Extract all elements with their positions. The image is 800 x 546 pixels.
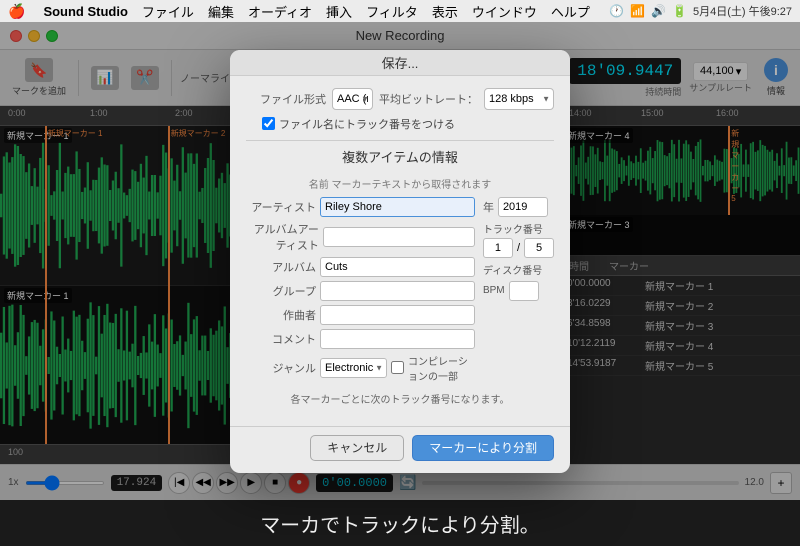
year-row: 年: [483, 197, 554, 217]
multiple-items-title: 複数アイテムの情報: [246, 147, 554, 166]
name-note: 名前 マーカーテキストから取得されます: [246, 176, 554, 191]
menu-insert[interactable]: 挿入: [326, 2, 352, 21]
album-artist-row: アルバムアーティスト: [246, 221, 475, 253]
app-name[interactable]: Sound Studio: [43, 4, 127, 19]
menu-filter[interactable]: フィルタ: [366, 2, 418, 21]
menubar: 🍎 Sound Studio ファイル 編集 オーディオ 挿入 フィルタ 表示 …: [0, 0, 800, 22]
track-number-checkbox-label: ファイル名にトラック番号をつける: [279, 116, 455, 132]
compilation-checkbox[interactable]: [391, 361, 404, 374]
bpm-label: BPM: [483, 285, 505, 296]
menu-audio[interactable]: オーディオ: [248, 2, 312, 21]
composer-label: 作曲者: [246, 307, 316, 323]
bpm-row: BPM: [483, 281, 554, 301]
comment-row: コメント: [246, 329, 475, 349]
menu-view[interactable]: 表示: [432, 2, 458, 21]
volume-icon: 🔊: [651, 4, 666, 18]
wifi-icon: 📶: [630, 4, 645, 18]
meta-fields: アーティスト アルバムアーティスト アルバム: [246, 197, 554, 387]
modal-title: 保存...: [382, 53, 419, 72]
bpm-input[interactable]: [509, 281, 539, 301]
composer-row: 作曲者: [246, 305, 475, 325]
track-number-checkbox[interactable]: [262, 117, 275, 130]
caption-text: マーカでトラックにより分割。: [260, 509, 540, 538]
track-slash: /: [517, 242, 520, 254]
artist-row: アーティスト: [246, 197, 475, 217]
disc-num-label: ディスク番号: [483, 262, 554, 277]
file-format-row: ファイル形式 AAC (m4a) Audio ▼ 平均ビットレート： 128 k…: [246, 88, 554, 110]
year-input[interactable]: [498, 197, 548, 217]
file-format-select-wrapper: AAC (m4a) Audio ▼: [332, 88, 373, 110]
composer-input[interactable]: [320, 305, 475, 325]
datetime: 5月4日(土) 午後9:27: [693, 3, 792, 19]
app-window: New Recording 🔖 マークを追加 📊 ✂️ ノーマライズ フェードイ…: [0, 22, 800, 500]
menubar-right: 🕐 📶 🔊 🔋 5月4日(土) 午後9:27: [609, 3, 792, 19]
file-format-select[interactable]: AAC (m4a) Audio: [332, 88, 373, 110]
modal-body: ファイル形式 AAC (m4a) Audio ▼ 平均ビットレート： 128 k…: [230, 76, 570, 426]
modal-overlay: 保存... ファイル形式 AAC (m4a) Audio ▼ 平均ビットレート：: [0, 22, 800, 500]
menu-file[interactable]: ファイル: [142, 2, 194, 21]
artist-input[interactable]: [320, 197, 475, 217]
group-label: グループ: [246, 283, 316, 299]
save-dialog: 保存... ファイル形式 AAC (m4a) Audio ▼ 平均ビットレート：: [230, 50, 570, 473]
genre-row: ジャンル Electronic ▼ コンピレーションの一部: [246, 353, 475, 383]
multiple-items-section: 複数アイテムの情報 名前 マーカーテキストから取得されます: [246, 140, 554, 191]
modal-note-bottom: 各マーカーごとに次のトラック番号になります。: [246, 391, 554, 406]
track-num-row: /: [483, 238, 554, 258]
album-row: アルバム: [246, 257, 475, 277]
split-by-marker-button[interactable]: マーカーにより分割: [412, 435, 554, 461]
clock-icon: 🕐: [609, 4, 624, 18]
avg-bitrate-label: 平均ビットレート：: [379, 91, 478, 107]
menu-window[interactable]: ウインドウ: [472, 2, 537, 21]
battery-icon: 🔋: [672, 4, 687, 18]
avg-bitrate-wrapper: 128 kbps ▼: [484, 88, 554, 110]
modal-titlebar: 保存...: [230, 50, 570, 76]
group-input[interactable]: [320, 281, 475, 301]
avg-bitrate-select[interactable]: 128 kbps: [484, 88, 554, 110]
menu-help[interactable]: ヘルプ: [551, 2, 590, 21]
caption-bar: マーカでトラックにより分割。: [0, 500, 800, 546]
comment-label: コメント: [246, 331, 316, 347]
genre-select-wrapper: Electronic ▼: [320, 358, 387, 378]
compilation-label: コンピレーションの一部: [408, 353, 475, 383]
track-num-label: トラック番号: [483, 221, 554, 236]
comment-input[interactable]: [320, 329, 475, 349]
file-format-label: ファイル形式: [246, 91, 326, 107]
genre-label: ジャンル: [246, 360, 316, 376]
cancel-button[interactable]: キャンセル: [310, 435, 404, 461]
meta-fields-left: アーティスト アルバムアーティスト アルバム: [246, 197, 475, 387]
apple-menu[interactable]: 🍎: [8, 3, 25, 20]
group-row: グループ: [246, 281, 475, 301]
modal-footer: キャンセル マーカーにより分割: [230, 426, 570, 473]
meta-fields-right: 年 トラック番号 / ディスク番号: [483, 197, 554, 387]
year-label: 年: [483, 199, 494, 215]
track-number-checkbox-row: ファイル名にトラック番号をつける: [262, 116, 554, 132]
album-input[interactable]: [320, 257, 475, 277]
album-artist-input[interactable]: [323, 227, 475, 247]
genre-select[interactable]: Electronic: [320, 358, 387, 378]
album-artist-label: アルバムアーティスト: [246, 221, 319, 253]
menu-edit[interactable]: 編集: [208, 2, 234, 21]
track-total-input[interactable]: [524, 238, 554, 258]
album-label: アルバム: [246, 259, 316, 275]
track-num-input[interactable]: [483, 238, 513, 258]
artist-label: アーティスト: [246, 199, 316, 215]
